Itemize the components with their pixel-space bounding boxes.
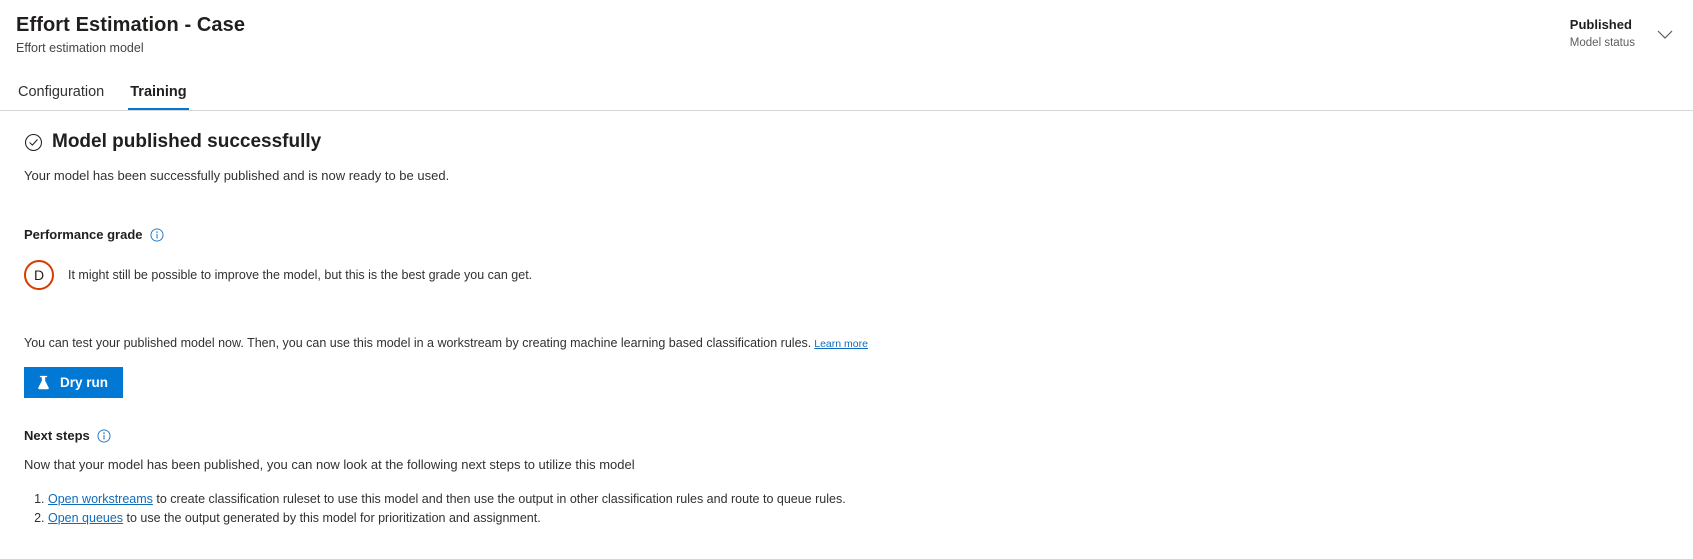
flask-icon: [36, 375, 51, 391]
tab-bar: Configuration Training: [16, 78, 190, 110]
success-description: Your model has been successfully publish…: [24, 168, 450, 183]
page-title: Effort Estimation - Case: [16, 14, 246, 36]
model-status-label: Model status: [1569, 37, 1635, 49]
header-title-group: Effort Estimation - Case Effort estimati…: [16, 12, 245, 57]
next-steps-list: Open workstreams to create classificatio…: [24, 490, 1677, 527]
tab-configuration[interactable]: Configuration: [16, 78, 106, 110]
info-icon[interactable]: [150, 228, 164, 242]
info-icon[interactable]: [97, 429, 111, 443]
dry-run-description-text: You can test your published model now. T…: [24, 336, 812, 350]
main-content: Model published successfully Your model …: [0, 111, 1693, 527]
dry-run-description: You can test your published model now. T…: [24, 335, 1677, 353]
open-queues-link[interactable]: Open queues: [48, 511, 123, 525]
next-steps-label: Next steps: [24, 428, 90, 443]
performance-grade-header: Performance grade: [24, 226, 1677, 244]
dry-run-button[interactable]: Dry run: [24, 367, 124, 398]
page-header: Effort Estimation - Case Effort estimati…: [0, 0, 1693, 111]
model-status-group: Published Model status: [1570, 16, 1677, 51]
checkmark-circle-icon: [24, 133, 43, 152]
model-status-block: Published Model status: [1570, 16, 1635, 51]
chevron-down-icon[interactable]: [1653, 22, 1677, 48]
success-title: Model published successfully: [52, 131, 322, 152]
next-steps-section: Next steps Now that your model has been …: [24, 427, 1677, 527]
performance-grade-section: Performance grade D It might still be po…: [24, 226, 1677, 290]
model-status-value: Published: [1569, 17, 1632, 32]
learn-more-link[interactable]: Learn more: [814, 338, 868, 350]
dry-run-button-label: Dry run: [60, 374, 109, 390]
list-item-text: to create classification ruleset to use …: [152, 492, 846, 506]
tab-training[interactable]: Training: [128, 78, 190, 110]
list-item: Open workstreams to create classificatio…: [48, 490, 1677, 508]
next-steps-description: Now that your model has been published, …: [24, 457, 635, 472]
grade-description: It might still be possible to improve th…: [68, 267, 533, 282]
performance-grade-row: D It might still be possible to improve …: [24, 260, 1677, 290]
performance-grade-label: Performance grade: [24, 227, 143, 242]
list-item-text: to use the output generated by this mode…: [123, 511, 541, 525]
success-banner: Model published successfully: [24, 129, 1677, 155]
page-subtitle: Effort estimation model: [16, 41, 144, 55]
open-workstreams-link[interactable]: Open workstreams: [48, 492, 153, 506]
grade-badge: D: [24, 260, 54, 290]
next-steps-header: Next steps: [24, 427, 1677, 445]
list-item: Open queues to use the output generated …: [48, 509, 1677, 527]
